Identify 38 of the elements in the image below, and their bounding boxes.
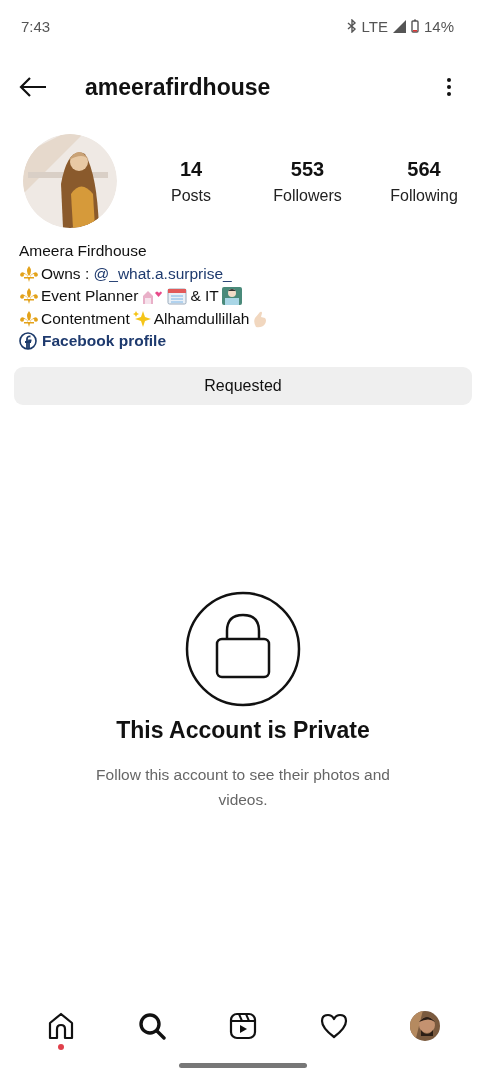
bio-text: Contentment bbox=[41, 308, 130, 329]
facebook-icon bbox=[19, 332, 37, 351]
mention-link[interactable]: @_what.a.surprise_ bbox=[93, 264, 232, 282]
back-icon[interactable] bbox=[19, 77, 47, 97]
bio-text: Alhamdullillah bbox=[153, 308, 250, 329]
lock-icon bbox=[185, 590, 301, 707]
bio-text: Owns : @_what.a.surprise_ bbox=[41, 263, 232, 284]
sparkles-icon bbox=[132, 309, 151, 328]
username-title: ameerafirdhouse bbox=[85, 73, 272, 101]
bluetooth-icon bbox=[346, 19, 357, 33]
fleur-de-lis-icon bbox=[19, 264, 39, 283]
network-type: LTE bbox=[361, 17, 388, 35]
battery-icon bbox=[410, 19, 419, 33]
calendar-icon bbox=[167, 287, 188, 306]
stat-count[interactable]: 14 bbox=[179, 157, 203, 181]
reels-icon[interactable] bbox=[229, 1012, 257, 1040]
requested-button[interactable]: Requested bbox=[14, 366, 472, 405]
clock: 7:43 bbox=[21, 17, 51, 35]
private-account-message: Follow this account to see their photos and videos. bbox=[95, 764, 391, 810]
bio-text: & IT bbox=[190, 286, 219, 306]
facebook-profile-link[interactable]: Facebook profile bbox=[19, 330, 167, 353]
home-icon[interactable] bbox=[47, 1012, 76, 1040]
signal-icon bbox=[392, 19, 406, 33]
stat-label[interactable]: Following bbox=[390, 186, 458, 205]
hand-icon bbox=[252, 309, 269, 328]
stat-label[interactable]: Followers bbox=[273, 186, 342, 205]
heart-icon[interactable] bbox=[319, 1013, 348, 1039]
private-account-title: This Account is Private bbox=[116, 716, 370, 744]
bio-text: Event Planner bbox=[41, 286, 139, 306]
technologist-icon bbox=[221, 287, 242, 306]
fleur-de-lis-icon bbox=[19, 309, 39, 328]
stat-label[interactable]: Posts bbox=[171, 186, 211, 205]
search-icon[interactable] bbox=[138, 1012, 167, 1040]
more-options-icon[interactable] bbox=[446, 77, 452, 97]
stat-count[interactable]: 564 bbox=[407, 157, 441, 181]
profile-name: Ameera Firdhouse bbox=[19, 241, 147, 261]
stat-count[interactable]: 553 bbox=[290, 157, 325, 181]
battery-level: 14% bbox=[423, 17, 454, 35]
